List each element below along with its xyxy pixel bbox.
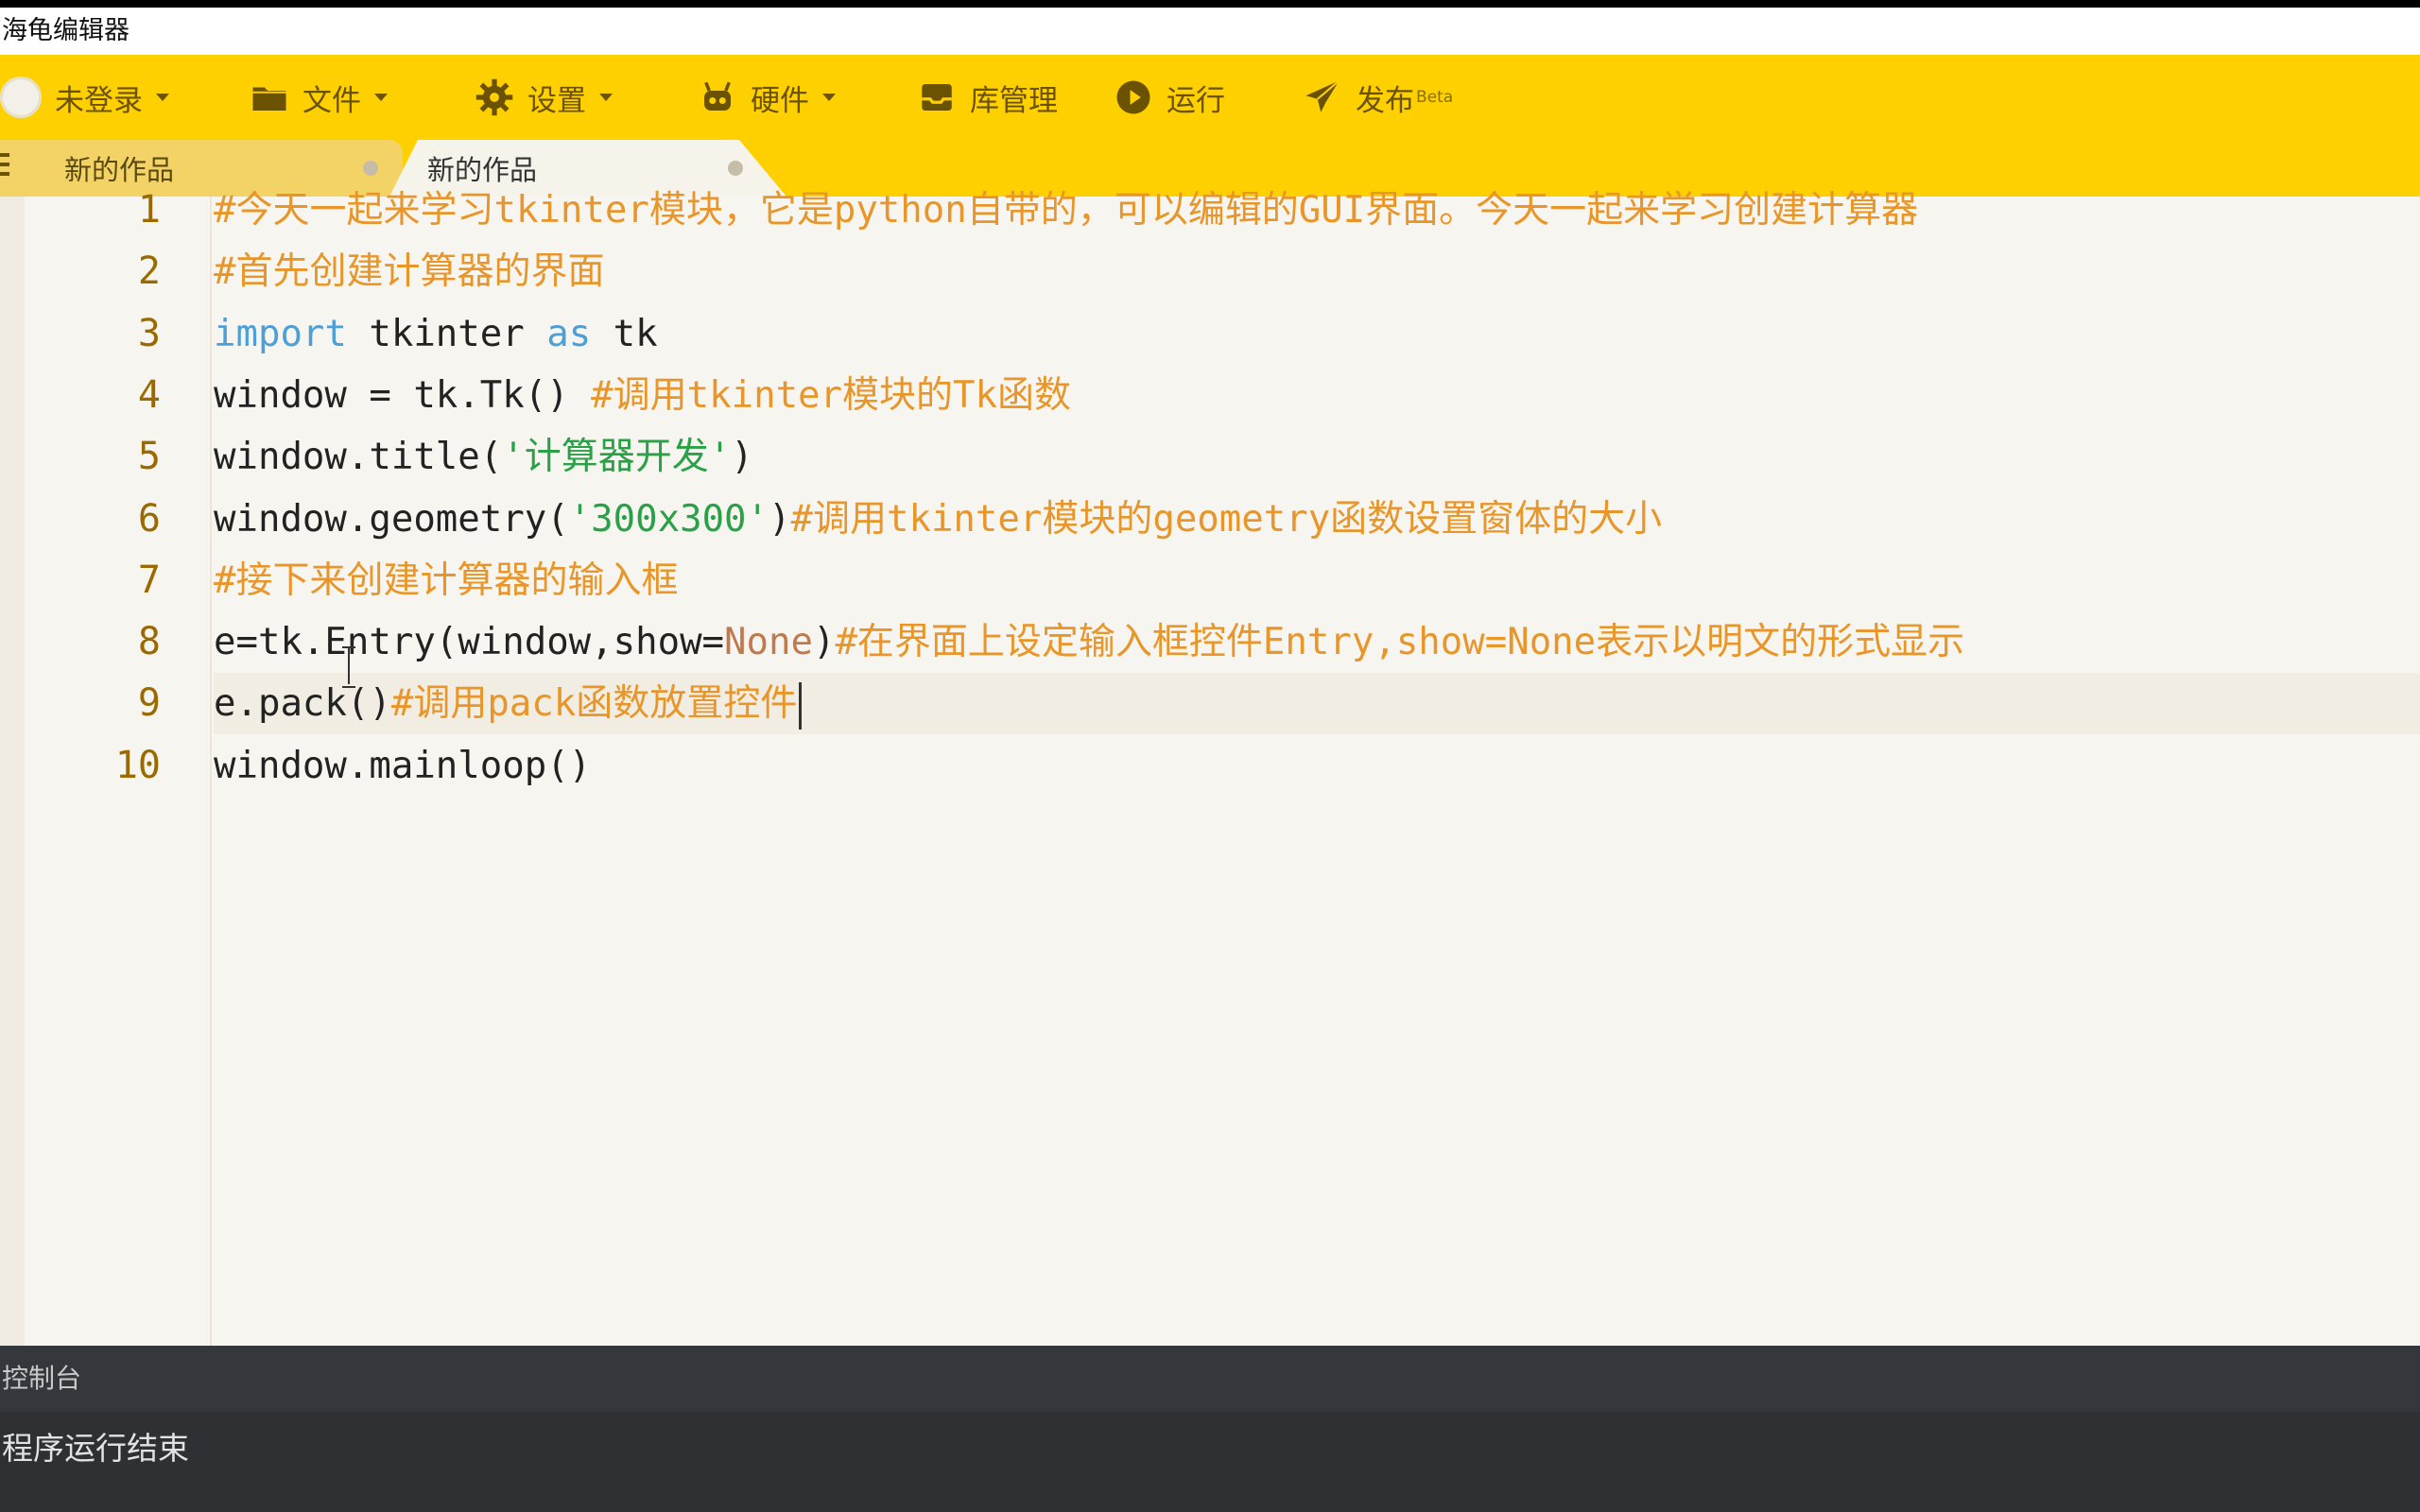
robot-icon (698, 77, 737, 117)
code-editor[interactable]: 1 2 3 4 5 6 7 8 9 10 #今天一起来学习tkinter模块，它是python自带… (0, 188, 2420, 1346)
code-token-string: '300x300' (568, 497, 769, 541)
chevron-down-icon (156, 94, 169, 101)
file-menu-label: 文件 (302, 83, 361, 118)
chevron-down-icon (599, 94, 613, 101)
beta-badge: Beta (1416, 88, 1454, 107)
line-number: 5 (137, 435, 161, 479)
code-token-plain: window.geometry( (214, 497, 569, 541)
inbox-icon (917, 77, 957, 117)
library-button-label: 库管理 (970, 83, 1058, 118)
publish-button-label: 发布 (1356, 83, 1414, 118)
settings-menu[interactable]: 设置 (475, 55, 613, 140)
code-token-keyword: as (546, 312, 592, 355)
chevron-down-icon (374, 94, 388, 101)
chevron-down-icon (822, 94, 836, 101)
file-menu[interactable]: 文件 (250, 55, 388, 140)
line-number: 2 (137, 249, 161, 294)
code-token-plain: e.pack() (214, 682, 391, 726)
top-border (0, 0, 2420, 8)
caret (799, 681, 803, 730)
run-button[interactable]: 运行 (1114, 55, 1225, 140)
code-token-comment: #首先创建计算器的界面 (214, 250, 605, 294)
run-button-label: 运行 (1167, 83, 1225, 118)
code-line[interactable]: window.geometry('300x300')#调用tkinter模块的g… (214, 489, 2420, 550)
hardware-menu[interactable]: 硬件 (698, 55, 836, 140)
user-menu-label: 未登录 (55, 83, 143, 118)
line-number-gutter: 1 2 3 4 5 6 7 8 9 10 (25, 188, 212, 1346)
settings-menu-label: 设置 (527, 83, 586, 118)
hardware-menu-label: 硬件 (751, 83, 809, 118)
code-token-plain: ) (812, 621, 836, 664)
code-line[interactable]: e=tk.Entry(window,show=None)#在界面上设定输入框控件… (214, 611, 2420, 673)
editor-left-strip (0, 197, 25, 1346)
library-button[interactable]: 库管理 (917, 55, 1058, 140)
text-cursor-icon (342, 646, 355, 688)
console-title: 控制台 (0, 1346, 2420, 1412)
line-number: 8 (137, 620, 161, 664)
code-token-none: None (724, 621, 813, 664)
code-token-comment: #调用tkinter模块的Tk函数 (591, 373, 1071, 417)
code-token-comment: #今天一起来学习tkinter模块，它是python自带的，可以编辑的GUI界面… (214, 189, 1919, 232)
code-token-plain: ) (769, 497, 791, 541)
line-number: 7 (137, 558, 161, 602)
toolbar: 未登录 文件 设置 硬件 库管理 运行 发布 Beta 新的作品 新的作品 (0, 55, 2420, 197)
code-token-plain: window.mainloop() (214, 744, 592, 787)
code-line[interactable]: e.pack()#调用pack函数放置控件 (214, 673, 2420, 735)
line-number: 1 (137, 188, 161, 232)
code-token-plain: window = tk.Tk() (214, 373, 592, 417)
gear-icon (475, 77, 514, 117)
code-line[interactable]: #首先创建计算器的界面 (214, 241, 2420, 302)
console-output: 程序运行结束 (0, 1412, 2420, 1512)
unsaved-dot-icon[interactable] (363, 161, 378, 176)
publish-button[interactable]: 发布 Beta (1303, 55, 1453, 140)
line-number: 6 (137, 496, 161, 541)
code-area[interactable]: #今天一起来学习tkinter模块，它是python自带的，可以编辑的GUI界面… (214, 189, 2420, 1346)
code-token-plain: tk (591, 312, 658, 355)
code-line[interactable]: window.title('计算器开发') (214, 426, 2420, 488)
line-number: 3 (137, 311, 161, 355)
code-token-comment: #调用tkinter模块的geometry函数设置窗体的大小 (790, 497, 1663, 541)
code-token-comment: #接下来创建计算器的输入框 (214, 558, 679, 602)
code-token-plain: tkinter (346, 312, 547, 355)
code-token-string: '计算器开发' (502, 436, 732, 479)
code-line[interactable]: #接下来创建计算器的输入框 (214, 550, 2420, 611)
avatar (0, 77, 42, 118)
window-title: 海龟编辑器 (0, 8, 2420, 55)
code-line[interactable]: #今天一起来学习tkinter模块，它是python自带的，可以编辑的GUI界面… (214, 180, 2420, 241)
play-icon (1114, 77, 1153, 117)
code-token-plain: window.title( (214, 436, 503, 479)
user-menu[interactable]: 未登录 (0, 55, 169, 140)
code-token-plain: ) (731, 436, 753, 479)
code-token-keyword: import (214, 312, 347, 355)
code-line[interactable]: import tkinter as tk (214, 303, 2420, 365)
code-token-comment: #在界面上设定输入框控件Entry,show=None表示以明文的形式显示 (835, 621, 1965, 664)
unsaved-dot-icon[interactable] (728, 161, 743, 176)
code-token-plain: e=tk.Entry(window,show= (214, 621, 725, 664)
code-line[interactable]: window.mainloop() (214, 735, 2420, 797)
menu-bar: 未登录 文件 设置 硬件 库管理 运行 发布 Beta (0, 55, 2420, 140)
code-line[interactable]: window = tk.Tk() #调用tkinter模块的Tk函数 (214, 365, 2420, 426)
code-token-comment: #调用pack函数放置控件 (390, 682, 798, 726)
send-icon (1303, 77, 1342, 117)
line-number: 9 (137, 681, 161, 726)
line-number: 4 (137, 372, 161, 417)
folder-icon (250, 77, 289, 117)
line-number: 10 (114, 743, 161, 787)
hamburger-icon[interactable] (0, 140, 25, 197)
